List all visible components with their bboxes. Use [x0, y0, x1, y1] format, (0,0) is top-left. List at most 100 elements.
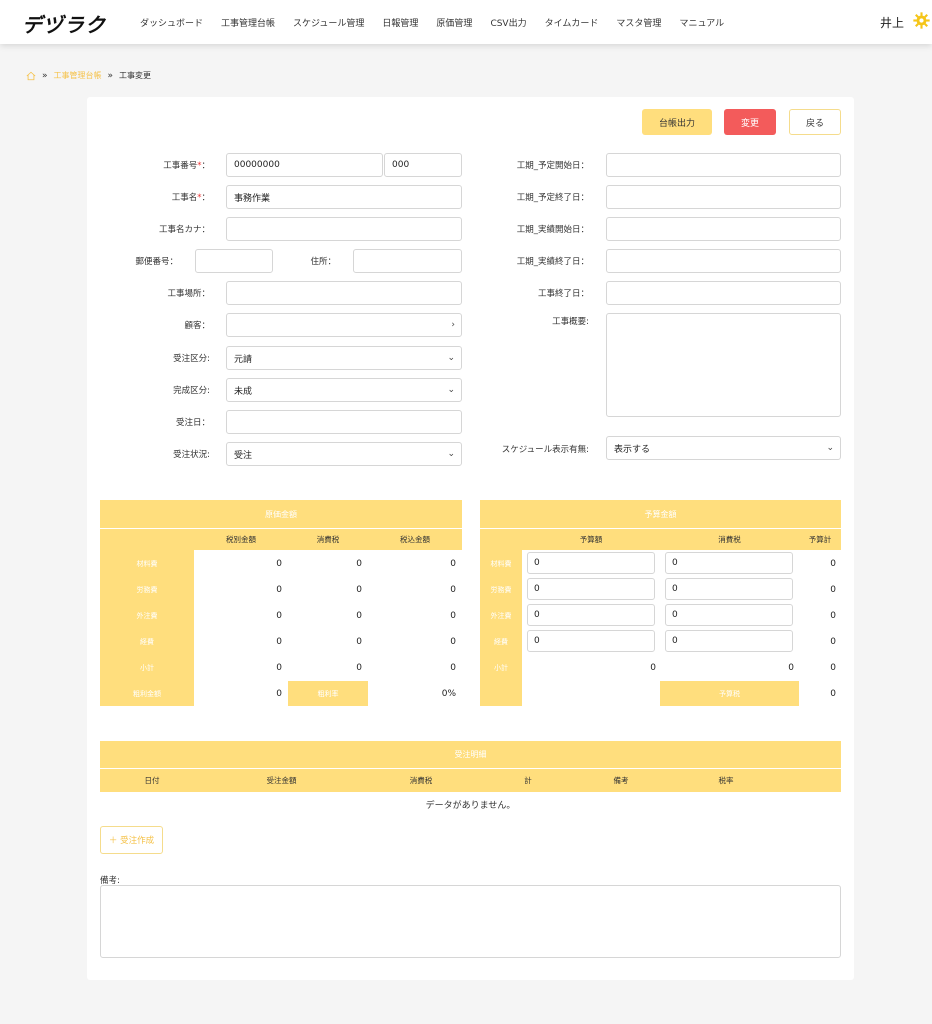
orders-col-tax: 消費税	[409, 776, 433, 785]
budget-tax-input[interactable]: 0	[665, 604, 793, 626]
cost-value: 0	[276, 663, 282, 673]
budget-table-title: 予算金額	[644, 509, 677, 519]
budget-row-label: 外注費	[490, 612, 512, 620]
order-date-input[interactable]	[226, 410, 462, 434]
cost-col-header: 税込金額	[400, 535, 430, 544]
budget-tax-input[interactable]: 0	[665, 630, 793, 652]
address-input[interactable]	[353, 249, 462, 273]
plan-start-input[interactable]	[606, 153, 841, 177]
customer-selector[interactable]: ›	[226, 313, 462, 337]
actual-start-label: 工期_実績開始日：	[516, 225, 589, 235]
customer-label: 顧客：	[184, 321, 210, 331]
schedule-display-select[interactable]: 表示する ⌄	[606, 436, 841, 460]
order-date-label: 受注日：	[175, 418, 210, 428]
budget-amount-input[interactable]: 0	[527, 578, 655, 600]
plan-end-input[interactable]	[606, 185, 841, 209]
orders-col-amount: 受注金額	[266, 776, 297, 785]
breadcrumb-link-ledger[interactable]: 工事管理台帳	[54, 70, 102, 81]
postal-code-input[interactable]	[195, 249, 273, 273]
cost-value: 0	[450, 611, 456, 621]
back-button[interactable]: 戻る	[789, 109, 841, 135]
chevron-down-icon: ⌄	[447, 449, 455, 459]
change-button[interactable]: 変更	[724, 109, 776, 135]
plan-end-label: 工期_予定終了日：	[516, 193, 589, 203]
completion-select[interactable]: 未成 ⌄	[226, 378, 462, 402]
budget-tax-label: 予算税	[660, 681, 799, 706]
project-name-label: 工事名*：	[171, 193, 210, 203]
user-name[interactable]: 井上	[880, 14, 904, 31]
actual-end-label: 工期_実績終了日：	[516, 257, 589, 267]
project-no-label: 工事番号*：	[163, 161, 210, 171]
completion-label: 完成区分:	[173, 386, 210, 396]
cost-col-header: 消費税	[316, 535, 340, 544]
budget-total-value: 0	[830, 585, 836, 595]
nav-schedule[interactable]: スケジュール管理	[293, 16, 364, 29]
ledger-output-button[interactable]: 台帳出力	[642, 109, 712, 135]
notes-textarea[interactable]	[100, 885, 841, 958]
budget-total-value: 0	[830, 559, 836, 569]
home-icon[interactable]	[26, 71, 36, 81]
budget-subtotal-value: 0	[788, 663, 794, 673]
breadcrumb-separator: »	[42, 70, 48, 81]
nav-dashboard[interactable]: ダッシュボード	[140, 16, 203, 29]
profit-rate-label: 粗利率	[288, 681, 368, 706]
budget-amount-input[interactable]: 0	[527, 552, 655, 574]
gear-icon[interactable]	[913, 12, 930, 29]
order-type-label: 受注区分:	[173, 354, 210, 364]
breadcrumb-current: 工事変更	[119, 71, 152, 80]
nav-manual[interactable]: マニュアル	[679, 16, 724, 29]
budget-amount-input[interactable]: 0	[527, 630, 655, 652]
budget-tax-input[interactable]: 0	[665, 578, 793, 600]
cost-col-header: 税別金額	[226, 535, 256, 544]
project-name-input[interactable]: 事務作業	[226, 185, 462, 209]
budget-row-label: 材料費	[490, 560, 512, 568]
budget-subtotal-value: 0	[650, 663, 656, 673]
budget-amount-input[interactable]: 0	[527, 604, 655, 626]
cost-row-label: 小計	[140, 664, 154, 672]
actual-start-input[interactable]	[606, 217, 841, 241]
budget-tax-input[interactable]: 0	[665, 552, 793, 574]
order-type-select[interactable]: 元請 ⌄	[226, 346, 462, 370]
address-label: 住所：	[310, 257, 336, 267]
cost-value: 0	[276, 585, 282, 595]
summary-label: 工事概要:	[552, 317, 589, 327]
chevron-right-icon: ›	[451, 320, 455, 330]
summary-textarea[interactable]	[606, 313, 841, 417]
breadcrumb-separator: »	[107, 70, 114, 81]
nav-csv[interactable]: CSV出力	[490, 16, 526, 29]
budget-col-header: 予算額	[579, 535, 603, 544]
postal-code-label: 郵便番号：	[135, 257, 178, 267]
cost-value: 0	[356, 663, 362, 673]
chevron-down-icon: ⌄	[826, 443, 834, 453]
cost-value: 0	[450, 559, 456, 569]
app-logo[interactable]: デヅラク	[22, 9, 106, 38]
project-no-sub-input[interactable]: 000	[384, 153, 462, 177]
cost-row-label: 材料費	[136, 560, 158, 568]
project-kana-input[interactable]	[226, 217, 462, 241]
nav-cost[interactable]: 原価管理	[436, 16, 472, 29]
actual-end-input[interactable]	[606, 249, 841, 273]
nav-project-ledger[interactable]: 工事管理台帳	[221, 16, 275, 29]
budget-tax-total: 0	[830, 689, 836, 699]
project-no-input[interactable]: 00000000	[226, 153, 383, 177]
cost-table-title: 原価金額	[265, 509, 297, 519]
profit-value: 0	[276, 689, 282, 699]
chevron-down-icon: ⌄	[447, 385, 455, 395]
profit-label: 粗利金額	[133, 689, 161, 698]
create-order-button[interactable]: ＋ 受注作成	[100, 826, 163, 854]
budget-total-value: 0	[830, 637, 836, 647]
finish-date-input[interactable]	[606, 281, 841, 305]
order-status-select[interactable]: 受注 ⌄	[226, 442, 462, 466]
nav-daily-report[interactable]: 日報管理	[382, 16, 418, 29]
orders-col-notes: 備考	[613, 776, 629, 785]
cost-value: 0	[450, 585, 456, 595]
nav-master[interactable]: マスタ管理	[616, 16, 661, 29]
site-input[interactable]	[226, 281, 462, 305]
cost-value: 0	[356, 611, 362, 621]
cost-row-label: 経費	[140, 638, 154, 646]
site-label: 工事場所：	[167, 289, 210, 299]
orders-col-total: 計	[524, 776, 532, 785]
nav-timecard[interactable]: タイムカード	[545, 16, 599, 29]
profit-rate-value: 0%	[441, 689, 456, 699]
orders-empty-message: データがありません。	[425, 800, 516, 811]
